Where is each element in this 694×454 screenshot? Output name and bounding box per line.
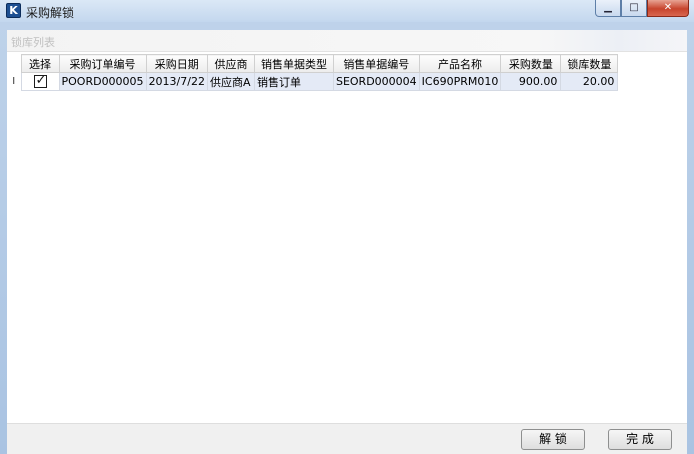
po-number-cell[interactable]: POORD000005 bbox=[58, 72, 147, 91]
column-header-supplier[interactable]: 供应商 bbox=[206, 54, 255, 73]
sales-doc-type-cell[interactable]: 销售订单 bbox=[253, 72, 334, 91]
button-bar: 解 锁 完 成 bbox=[7, 423, 687, 454]
window-controls: ▁ □ ✕ bbox=[595, 0, 689, 18]
close-icon[interactable]: ✕ bbox=[647, 0, 689, 17]
product-name-cell[interactable]: IC690PRM010 bbox=[418, 72, 502, 91]
column-header-sales-doc-number[interactable]: 销售单据编号 bbox=[332, 54, 420, 73]
table-row[interactable]: I ✓ POORD000005 2013/7/22 供应商A 销售订单 SEOR… bbox=[7, 72, 619, 91]
app-logo-icon: K bbox=[6, 3, 21, 18]
minimize-icon[interactable]: ▁ bbox=[595, 0, 621, 17]
column-header-po-date[interactable]: 采购日期 bbox=[145, 54, 208, 73]
window-title: 采购解锁 bbox=[26, 6, 75, 20]
sales-doc-number-cell[interactable]: SEORD000004 bbox=[332, 72, 420, 91]
lock-list-grid: 选择 采购订单编号 采购日期 供应商 销售单据类型 销售单据编号 产品名称 采购… bbox=[7, 54, 619, 91]
header-row: 选择 采购订单编号 采购日期 供应商 销售单据类型 销售单据编号 产品名称 采购… bbox=[7, 54, 619, 73]
select-cell[interactable]: ✓ bbox=[20, 72, 60, 91]
column-header-sales-doc-type[interactable]: 销售单据类型 bbox=[253, 54, 334, 73]
column-header-product-name[interactable]: 产品名称 bbox=[418, 54, 502, 73]
checkmark-icon: ✓ bbox=[35, 73, 47, 89]
column-header-select[interactable]: 选择 bbox=[20, 54, 60, 73]
group-header: 锁库列表 bbox=[7, 30, 687, 52]
purchase-qty-cell[interactable]: 900.00 bbox=[500, 72, 562, 91]
unlock-button[interactable]: 解 锁 bbox=[521, 429, 585, 450]
group-title: 锁库列表 bbox=[11, 36, 55, 49]
supplier-cell[interactable]: 供应商A bbox=[206, 72, 255, 91]
column-header-lock-qty[interactable]: 锁库数量 bbox=[560, 54, 619, 73]
title-bar[interactable]: K 采购解锁 ▁ □ ✕ bbox=[0, 0, 694, 22]
lock-qty-cell[interactable]: 20.00 bbox=[560, 72, 619, 91]
select-checkbox[interactable]: ✓ bbox=[33, 73, 47, 89]
row-header-corner bbox=[7, 54, 21, 73]
done-button[interactable]: 完 成 bbox=[608, 429, 672, 450]
column-header-po-number[interactable]: 采购订单编号 bbox=[58, 54, 147, 73]
column-header-purchase-qty[interactable]: 采购数量 bbox=[500, 54, 562, 73]
row-cursor-marker: I bbox=[7, 72, 21, 91]
client-area: 锁库列表 选择 采购订单编号 采购日期 供应商 销售单据类型 销售单据编号 产品… bbox=[7, 30, 687, 454]
po-date-cell[interactable]: 2013/7/22 bbox=[145, 72, 208, 91]
window: K 采购解锁 ▁ □ ✕ 锁库列表 选择 采购订单编号 采购日期 供应商 销售单… bbox=[0, 0, 694, 454]
maximize-icon[interactable]: □ bbox=[621, 0, 647, 17]
